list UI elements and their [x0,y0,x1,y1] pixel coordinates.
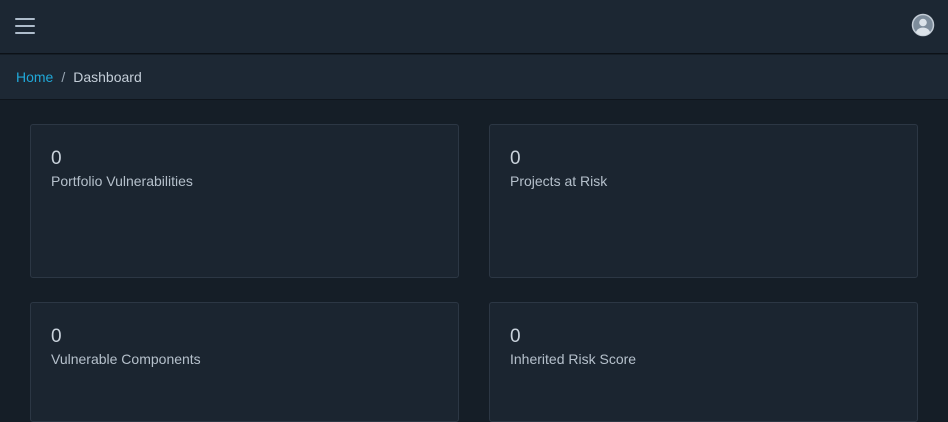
card-label: Projects at Risk [510,173,608,189]
user-avatar-icon[interactable] [911,13,935,37]
card-vulnerable-components: 0 Vulnerable Components [30,302,459,422]
breadcrumb: Home / Dashboard [0,55,948,100]
breadcrumb-current: Dashboard [73,69,142,85]
card-inherited-risk-score: 0 Inherited Risk Score [489,302,918,422]
breadcrumb-home-link[interactable]: Home [16,69,53,85]
card-value: 0 [51,326,62,347]
breadcrumb-separator: / [61,69,66,85]
card-label: Inherited Risk Score [510,351,637,367]
card-portfolio-vulnerabilities: 0 Portfolio Vulnerabilities [30,124,459,278]
card-value: 0 [51,148,62,169]
card-value: 0 [510,326,521,347]
top-navbar [0,0,948,54]
hamburger-menu-icon[interactable] [15,17,35,35]
card-projects-at-risk: 0 Projects at Risk [489,124,918,278]
card-value: 0 [510,148,521,169]
card-label: Vulnerable Components [51,351,201,367]
card-label: Portfolio Vulnerabilities [51,173,193,189]
